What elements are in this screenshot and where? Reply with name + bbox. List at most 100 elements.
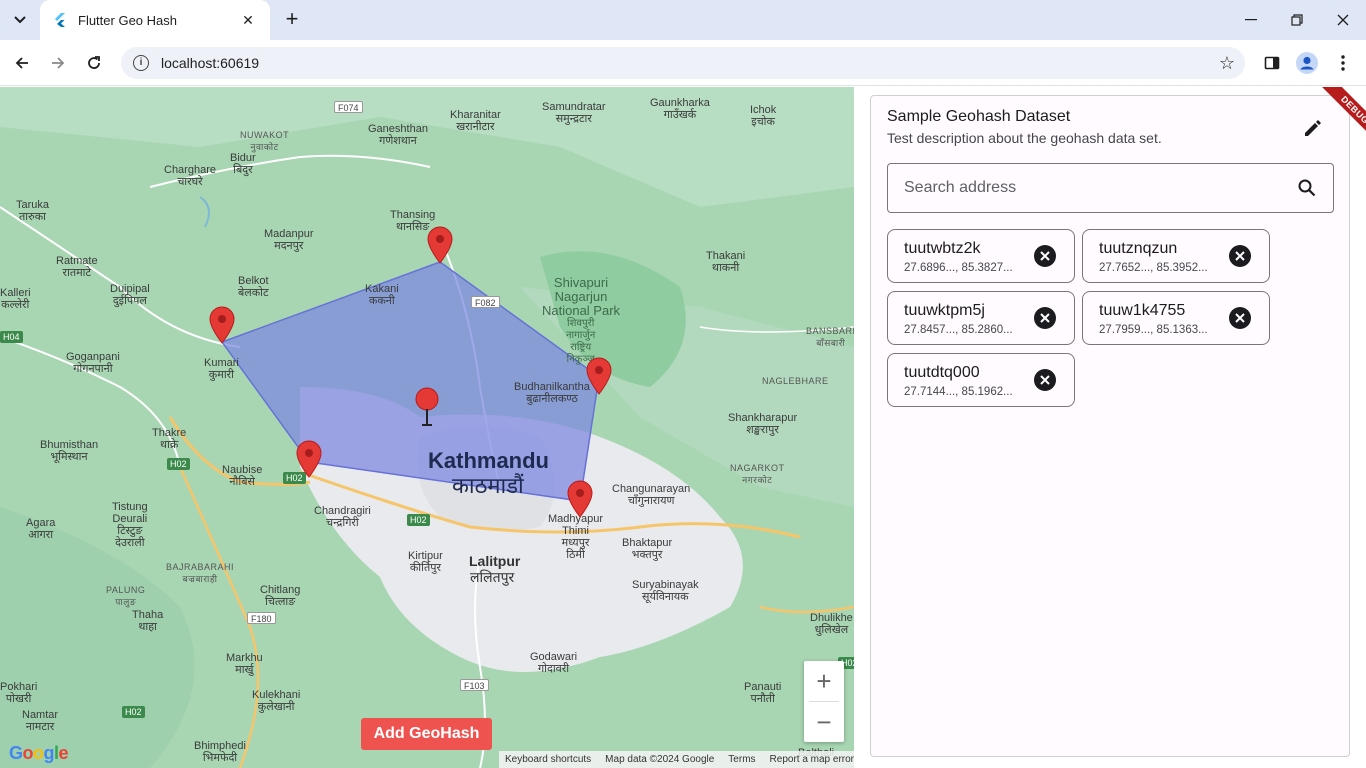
bookmark-star-icon[interactable]: ☆ (1219, 53, 1235, 74)
geohash-chip[interactable]: tuutznqzun 27.7652..., 85.3952... (1082, 229, 1270, 283)
zoom-out-button[interactable]: − (804, 702, 844, 742)
map-label: NUWAKOT नुवाकोट (240, 130, 290, 152)
map-view[interactable]: NUWAKOT नुवाकोट Ganeshthan गणेशथान Kharani… (0, 87, 854, 768)
remove-chip-icon[interactable] (1034, 245, 1056, 267)
browser-tab[interactable]: Flutter Geo Hash ✕ (40, 0, 270, 40)
map-label: Ichok इचोक (750, 104, 777, 128)
park-label: Shivapuri Nagarjun National Park (542, 275, 621, 318)
remove-chip-icon[interactable] (1034, 369, 1056, 391)
map-marker-pin-icon[interactable] (209, 306, 235, 344)
google-logo: Google (9, 743, 69, 763)
road-badge: H04 (0, 331, 23, 343)
geohash-coords: 27.7144..., 85.1962... (904, 386, 1013, 398)
road-badge: H02 (407, 514, 430, 526)
geohash-chip[interactable]: tuuwktpm5j 27.8457..., 85.2860... (887, 291, 1075, 345)
map-marker-pin-icon[interactable] (296, 440, 322, 478)
geohash-chip[interactable]: tuutwbtz2k 27.6896..., 85.3827... (887, 229, 1075, 283)
map-attribution: Keyboard shortcuts Map data ©2024 Google… (499, 751, 854, 768)
zoom-in-button[interactable]: + (804, 661, 844, 701)
map-label: Ratmate रातमाटे (56, 255, 98, 279)
tab-search-chevron-icon[interactable] (8, 8, 32, 32)
map-label: Panauti पनौती (744, 681, 782, 705)
map-label: Duipipal दुईपिपल (110, 283, 150, 307)
dataset-card: Sample Geohash Dataset Test description … (870, 95, 1350, 757)
map-label: Bidur बिदुर (230, 152, 256, 176)
map-label: PALUNG पालुङ (106, 585, 146, 607)
browser-menu-icon[interactable] (1330, 50, 1356, 76)
geohash-code: tuutznqzun (1099, 240, 1178, 257)
profile-avatar-icon[interactable] (1294, 50, 1320, 76)
city-label-kathmandu-np: काठमाडौं (452, 473, 524, 498)
map-label: Goganpani गोगनपानी (66, 351, 120, 375)
road-badge: F103 (460, 679, 489, 691)
remove-chip-icon[interactable] (1229, 307, 1251, 329)
geohash-chip[interactable]: tuuw1k4755 27.7959..., 85.1363... (1082, 291, 1270, 345)
map-label: Gaunkharka गाउँखर्क (650, 97, 710, 121)
map-label: Chitlang चित्लाङ (260, 584, 301, 608)
debug-banner: DEBUG (1300, 87, 1366, 153)
map-marker-pin-icon[interactable] (567, 480, 593, 518)
map-label: Changunarayan चाँगुनारायण (612, 483, 691, 507)
map-label: Godawari गोदावरी (530, 651, 578, 675)
city-label-kathmandu: Kathmandu (428, 448, 549, 473)
restore-icon[interactable] (1274, 0, 1320, 40)
geohash-code: tuutdtq000 (904, 364, 980, 381)
search-placeholder: Search address (904, 179, 1017, 196)
remove-chip-icon[interactable] (1034, 307, 1056, 329)
map-label: Thakre थाक्रे (152, 427, 187, 451)
search-icon[interactable] (1297, 178, 1317, 198)
minimize-icon[interactable] (1228, 0, 1274, 40)
flutter-favicon-icon (55, 13, 65, 27)
url-field[interactable]: i localhost:60619 ☆ (121, 47, 1245, 79)
map-label: BAJRABARAHI बज्रबाराही (166, 562, 235, 584)
forward-icon[interactable] (45, 50, 71, 76)
dataset-description: Test description about the geohash data … (887, 130, 1162, 146)
drop-pin-icon[interactable] (414, 387, 440, 429)
map-label: BANSBARI बाँसबारी (806, 326, 854, 348)
map-label: Madhyapur Thimi मध्यपुर ठिमी (548, 513, 604, 561)
geohash-code: tuuw1k4755 (1099, 302, 1186, 319)
road-badge: H02 (167, 458, 190, 470)
remove-chip-icon[interactable] (1229, 245, 1251, 267)
map-marker-pin-icon[interactable] (586, 357, 612, 395)
geohash-code: tuutwbtz2k (904, 240, 981, 257)
back-icon[interactable] (9, 50, 35, 76)
map-label: Kulekhani कुलेखानी (252, 689, 301, 713)
close-window-icon[interactable] (1320, 0, 1366, 40)
geohash-chip[interactable]: tuutdtq000 27.7144..., 85.1962... (887, 353, 1075, 407)
site-info-icon[interactable]: i (133, 55, 149, 71)
map-label: Kakani ककनी (365, 283, 399, 307)
map-label: Shankharapur शङ्खरापुर (728, 412, 798, 436)
map-label: Chandragiri चन्द्रगिरी (314, 505, 371, 529)
map-label: Tistung Deurali टिस्टुङ देउराली (112, 501, 148, 549)
map-label: Suryabinayak सूर्यविनायक (632, 579, 699, 603)
map-label: Pokhari पोखरी (0, 681, 38, 705)
city-label-lalitpur: Lalitpur (469, 553, 521, 569)
map-marker-pin-icon[interactable] (427, 226, 453, 264)
geohash-code: tuuwktpm5j (904, 302, 985, 319)
terms-link[interactable]: Terms (728, 754, 755, 765)
reload-icon[interactable] (81, 50, 107, 76)
map-label: Kirtipur कीर्तिपुर (408, 550, 443, 574)
map-label: Bhimphedi भिमफेदी (194, 740, 246, 764)
road-badge: H02 (122, 706, 145, 718)
map-label: Kalleri कल्लेरी (0, 287, 31, 311)
tab-close-icon[interactable]: ✕ (238, 12, 258, 29)
map-label: Kumari कुमारी (204, 357, 239, 381)
sidepanel-icon[interactable] (1259, 50, 1285, 76)
map-label: Bhumisthan भूमिस्थान (40, 439, 99, 463)
map-label: Madanpur मदनपुर (264, 228, 314, 252)
keyboard-shortcuts-link[interactable]: Keyboard shortcuts (505, 754, 591, 765)
dataset-title: Sample Geohash Dataset (887, 108, 1071, 125)
geohash-coords: 27.8457..., 85.2860... (904, 324, 1013, 336)
map-label: Charghare चारघरे (164, 164, 216, 188)
search-address-input[interactable]: Search address (887, 163, 1334, 213)
geohash-coords: 27.7652..., 85.3952... (1099, 262, 1208, 274)
city-label-lalitpur-np: ललितपुर (470, 569, 515, 585)
report-error-link[interactable]: Report a map error (770, 754, 854, 765)
new-tab-icon[interactable]: + (280, 8, 304, 32)
road-badge: F074 (334, 101, 363, 113)
map-label: Ganeshthan गणेशथान (368, 123, 428, 147)
map-label: Naubise नौबिसे (222, 464, 263, 488)
add-geohash-button[interactable]: Add GeoHash (361, 718, 492, 750)
